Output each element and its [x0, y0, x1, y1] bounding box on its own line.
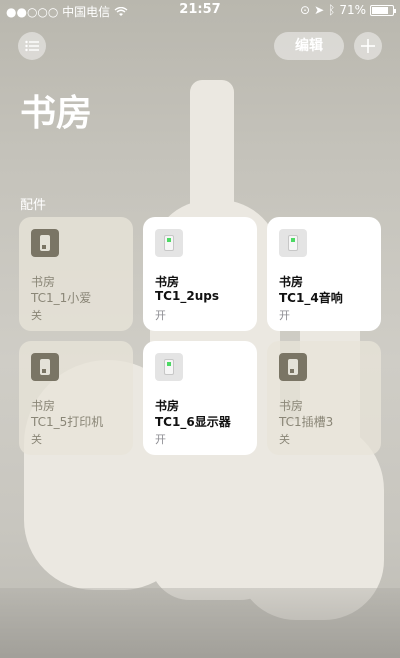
- section-label: 配件: [20, 198, 47, 213]
- accessory-tile[interactable]: 书房 TC1_2ups 开: [143, 217, 257, 331]
- accessory-state: 关: [31, 433, 42, 446]
- accessory-name: TC1插槽3: [279, 415, 334, 429]
- menu-button[interactable]: [18, 32, 46, 60]
- accessory-tile[interactable]: 书房 TC1_1小爱 关: [19, 217, 133, 331]
- accessory-name: TC1_4音响: [279, 291, 343, 305]
- accessory-name: TC1_6显示器: [155, 415, 231, 429]
- accessory-state: 关: [31, 309, 42, 322]
- switch-icon: [279, 353, 307, 381]
- accessory-room: 书房: [31, 399, 56, 413]
- accessory-state: 开: [279, 309, 290, 322]
- battery-percent: 71%: [339, 3, 366, 17]
- list-icon: [25, 40, 39, 52]
- add-button[interactable]: [354, 32, 382, 60]
- switch-icon: [155, 353, 183, 381]
- switch-icon: [31, 229, 59, 257]
- accessory-state: 关: [279, 433, 290, 446]
- floor-shadow: [0, 588, 400, 658]
- edit-button[interactable]: 编辑: [274, 32, 344, 60]
- location-icon: ➤: [314, 3, 325, 17]
- accessory-room: 书房: [155, 399, 180, 413]
- accessory-name: TC1_2ups: [155, 289, 219, 303]
- page-title: 书房: [20, 93, 93, 134]
- accessory-room: 书房: [279, 275, 304, 289]
- plus-icon: [361, 39, 375, 53]
- vase-shape: [190, 80, 234, 230]
- accessory-room: 书房: [31, 275, 56, 289]
- accessory-room: 书房: [155, 275, 180, 289]
- bluetooth-icon: ᛒ: [328, 3, 336, 17]
- status-bar: ●●○○○ 中国电信 21:57 ⊙ ➤ ᛒ 71%: [0, 0, 400, 20]
- switch-icon: [31, 353, 59, 381]
- accessory-name: TC1_5打印机: [31, 415, 104, 429]
- switch-icon: [279, 229, 307, 257]
- accessory-tile[interactable]: 书房 TC1插槽3 关: [267, 341, 381, 455]
- accessory-tile[interactable]: 书房 TC1_4音响 开: [267, 217, 381, 331]
- accessory-tile[interactable]: 书房 TC1_5打印机 关: [19, 341, 133, 455]
- accessory-tile[interactable]: 书房 TC1_6显示器 开: [143, 341, 257, 455]
- accessory-state: 开: [155, 309, 166, 322]
- orientation-lock-icon: ⊙: [300, 3, 311, 17]
- accessory-room: 书房: [279, 399, 304, 413]
- switch-icon: [155, 229, 183, 257]
- battery-icon: [370, 4, 396, 16]
- accessory-name: TC1_1小爱: [31, 291, 92, 305]
- accessory-state: 开: [155, 433, 166, 446]
